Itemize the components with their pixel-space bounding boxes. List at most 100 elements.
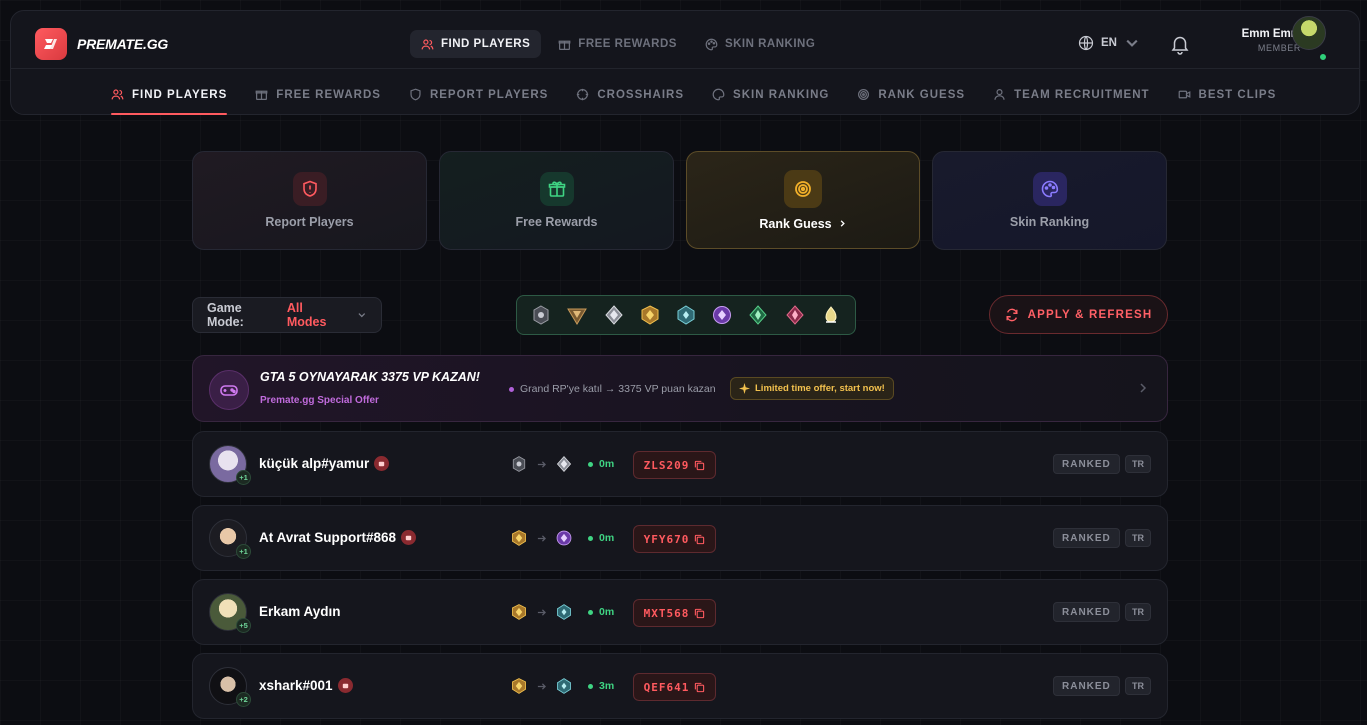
card-label: Report Players (265, 215, 354, 229)
card-skin-ranking[interactable]: Skin Ranking (932, 151, 1167, 250)
arrow-right-icon (537, 460, 546, 468)
wait-time-value: 0m (599, 458, 615, 470)
gift-icon (558, 40, 571, 50)
sub-nav-team-recruitment[interactable]: TEAM RECRUITMENT (982, 74, 1166, 115)
online-dot (588, 461, 593, 467)
sub-nav-label: REPORT PLAYERS (429, 88, 549, 101)
sub-nav-label: RANK GUESS (878, 88, 966, 101)
logo[interactable]: PREMATE.GG (35, 28, 168, 60)
shield-icon (292, 172, 327, 206)
card-free-rewards[interactable]: Free Rewards (439, 151, 674, 250)
top-nav-free-rewards[interactable]: FREE REWARDS (547, 30, 688, 58)
iron-rank-icon[interactable] (530, 304, 552, 326)
silver-rank-icon[interactable] (603, 304, 625, 326)
top-nav-find-players[interactable]: FIND PLAYERS (410, 30, 542, 58)
region-badge: TR (1125, 677, 1151, 695)
apply-refresh-button[interactable]: APPLY & REFRESH (989, 295, 1168, 334)
mode-badge: RANKED (1053, 454, 1120, 474)
fist-icon (337, 678, 353, 693)
player-list: +1 küçük alp#yamur 0m ZLS209 RANKED TR +… (192, 431, 1168, 725)
crosshair-icon (577, 88, 589, 101)
wait-time-value: 3m (599, 680, 615, 692)
promo-badge: Limited time offer, start now! (730, 377, 894, 400)
gold-rank-icon (512, 678, 526, 694)
arrow-right-icon (537, 682, 546, 690)
sparkle-icon (739, 383, 750, 394)
gold-rank-icon[interactable] (639, 304, 661, 326)
chevron-down-icon (358, 313, 366, 318)
promo-description: Grand RP'ye katıl → 3375 VP puan kazan (520, 383, 716, 395)
user-info[interactable]: Emm Emm MEMBER (1227, 28, 1301, 53)
player-row[interactable]: +5 Erkam Aydın 0m MXT568 RANKED TR (192, 579, 1168, 645)
player-row[interactable]: +1 At Avrat Support#868 0m YFY670 RANKED… (192, 505, 1168, 571)
promo-subtitle: Premate.gg Special Offer (260, 395, 379, 406)
radiant-rank-icon[interactable] (820, 304, 842, 326)
card-report-players[interactable]: Report Players (192, 151, 427, 250)
sub-nav-report-players[interactable]: REPORT PLAYERS (398, 74, 565, 115)
party-size-badge: +1 (236, 544, 251, 559)
target-icon (784, 169, 822, 208)
player-name-row: Erkam Aydın (259, 604, 341, 619)
diamond-rank-icon (556, 530, 572, 546)
chevron-down-icon (1126, 39, 1138, 47)
platinum-rank-icon (557, 678, 571, 694)
sub-nav-skin-ranking[interactable]: SKIN RANKING (701, 74, 846, 115)
game-mode-select[interactable]: Game Mode: All Modes (192, 297, 382, 333)
bell-icon[interactable] (1169, 33, 1191, 55)
chevron-right-icon (840, 220, 845, 227)
party-code-button[interactable]: MXT568 (633, 599, 716, 627)
promo-banner[interactable]: GTA 5 OYNAYARAK 3375 VP KAZAN! Premate.g… (192, 355, 1168, 422)
player-name-row: küçük alp#yamur (259, 456, 390, 471)
promo-badge-label: Limited time offer, start now! (755, 383, 885, 394)
sub-nav-rank-guess[interactable]: RANK GUESS (846, 74, 982, 115)
party-size-badge: +2 (236, 692, 251, 707)
shield-icon (410, 88, 421, 101)
sub-nav-crosshairs[interactable]: CROSSHAIRS (565, 74, 701, 115)
party-size-badge: +1 (236, 470, 251, 485)
rank-progress: 0m (510, 529, 614, 547)
bronze-rank-icon[interactable] (566, 304, 588, 326)
top-nav-skin-ranking[interactable]: SKIN RANKING (694, 30, 826, 58)
top-nav-label: FIND PLAYERS (441, 38, 531, 50)
silver-rank-icon (556, 456, 572, 472)
user-name: Emm Emm (1241, 28, 1301, 40)
rank-progress: 0m (510, 455, 614, 473)
party-code-button[interactable]: QEF641 (633, 673, 716, 701)
promo-description-row: Grand RP'ye katıl → 3375 VP puan kazan (509, 383, 716, 395)
mode-badge: RANKED (1053, 528, 1120, 548)
party-code-button[interactable]: YFY670 (633, 525, 716, 553)
gift-icon (539, 172, 574, 206)
card-rank-guess[interactable]: Rank Guess (686, 151, 920, 249)
diamond-rank-icon[interactable] (711, 304, 733, 326)
refresh-icon (1006, 308, 1018, 321)
arrow-right-icon (537, 608, 546, 616)
platinum-rank-icon (557, 604, 571, 620)
sub-nav-label: FIND PLAYERS (132, 88, 228, 101)
ascendant-rank-icon[interactable] (747, 304, 769, 326)
promo-title: GTA 5 OYNAYARAK 3375 VP KAZAN! (260, 370, 480, 384)
player-row[interactable]: +1 küçük alp#yamur 0m ZLS209 RANKED TR (192, 431, 1168, 497)
party-code: QEF641 (643, 680, 690, 694)
logo-text: PREMATE.GG (77, 36, 169, 52)
sub-nav-find-players[interactable]: FIND PLAYERS (100, 74, 244, 115)
language-selector[interactable]: EN (1078, 35, 1140, 51)
sub-nav-free-rewards[interactable]: FREE REWARDS (244, 74, 398, 115)
top-nav-label: SKIN RANKING (724, 38, 816, 50)
apply-label: APPLY & REFRESH (1027, 308, 1153, 321)
wait-time-value: 0m (599, 606, 615, 618)
party-code-button[interactable]: ZLS209 (633, 451, 716, 479)
player-name-row: At Avrat Support#868 (259, 530, 417, 545)
platinum-rank-icon[interactable] (675, 304, 697, 326)
user-icon (994, 89, 1005, 100)
gift-icon (255, 90, 268, 100)
avatar[interactable] (1292, 16, 1326, 50)
video-icon (1178, 90, 1190, 99)
logo-icon (35, 28, 67, 60)
sub-nav-best-clips[interactable]: BEST CLIPS (1167, 74, 1294, 115)
palette-icon (712, 88, 725, 101)
immortal-rank-icon[interactable] (784, 304, 806, 326)
language-label: EN (1101, 37, 1117, 49)
card-label: Rank Guess (759, 216, 832, 231)
player-row[interactable]: +2 xshark#001 3m QEF641 RANKED TR (192, 653, 1168, 719)
game-mode-label: Game Mode: (207, 301, 244, 329)
